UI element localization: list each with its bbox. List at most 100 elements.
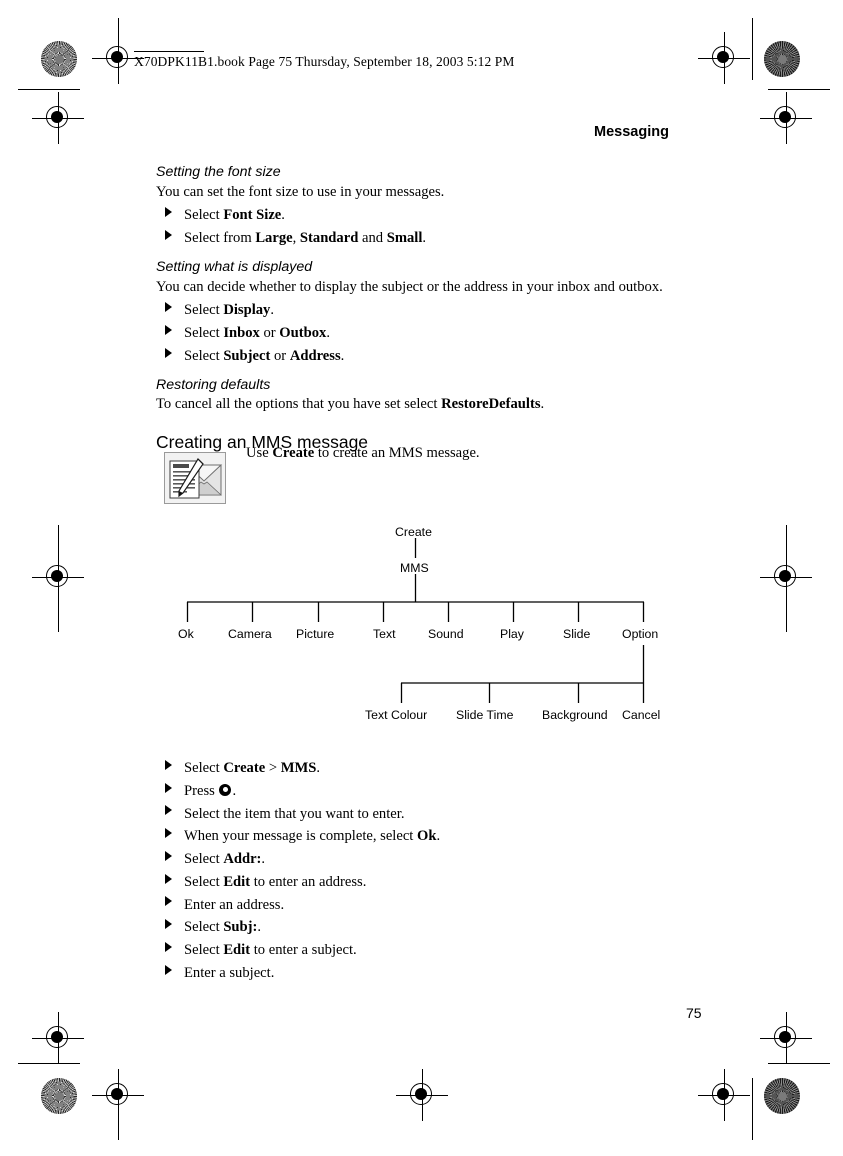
star-target-bottom-left bbox=[41, 1078, 77, 1114]
triangle-bullet-icon bbox=[165, 759, 172, 770]
registration-mark-right-bottom bbox=[760, 1012, 812, 1064]
step-text: Select from Large, Standard and Small. bbox=[184, 230, 427, 247]
registration-mark-left-center bbox=[32, 551, 84, 603]
mms-compose-icon-art bbox=[169, 458, 223, 499]
triangle-bullet-icon bbox=[165, 828, 172, 839]
step-item: When your message is complete, select Ok… bbox=[156, 825, 672, 848]
tree-node-text: Text bbox=[373, 627, 396, 641]
crop-line-rc-v-top bbox=[786, 525, 787, 565]
mms-icon-caption: Use Create to create an MMS message. bbox=[246, 445, 480, 461]
step-text: Enter a subject. bbox=[184, 964, 275, 981]
step-text: Select Font Size. bbox=[184, 207, 285, 224]
nav-key-icon bbox=[219, 783, 232, 796]
registration-mark-bottom-center bbox=[396, 1069, 448, 1121]
side-tab: Menu > Messaging > Settings > MMS Menu >… bbox=[702, 170, 773, 982]
heading-restoring-defaults: Restoring defaults bbox=[156, 376, 271, 393]
triangle-bullet-icon bbox=[165, 964, 172, 975]
triangle-bullet-icon bbox=[165, 207, 172, 218]
crop-line-rc-v-bot bbox=[786, 592, 787, 632]
file-banner-underline bbox=[134, 51, 204, 52]
crop-line-lc-v-bot bbox=[58, 592, 59, 632]
step-text: Select Addr:. bbox=[184, 851, 266, 868]
tree-node-ok: Ok bbox=[178, 627, 194, 641]
step-text: Select Subj:. bbox=[184, 919, 262, 936]
mms-compose-icon bbox=[164, 452, 226, 504]
step-item: Select Font Size. bbox=[156, 204, 672, 227]
step-text: Select the item that you want to enter. bbox=[184, 805, 405, 822]
star-target-top-right bbox=[764, 41, 800, 77]
star-target-bottom-right bbox=[764, 1078, 800, 1114]
crop-line-bl-h bbox=[18, 1063, 80, 1064]
tree-node-camera: Camera bbox=[228, 627, 272, 641]
tree-node-mms: MMS bbox=[400, 561, 429, 575]
tree-node-background: Background bbox=[542, 708, 608, 722]
step-item: Select Addr:. bbox=[156, 848, 672, 871]
step-item: Select Subject or Address. bbox=[156, 345, 672, 368]
file-banner: X70DPK11B1.book Page 75 Thursday, Septem… bbox=[134, 54, 515, 69]
heading-setting-font-size: Setting the font size bbox=[156, 164, 281, 180]
registration-mark-top-right bbox=[698, 32, 750, 84]
step-item: Enter an address. bbox=[156, 894, 672, 917]
page-number: 75 bbox=[686, 1005, 702, 1021]
side-tab-label-messaging: Messaging bbox=[749, 861, 770, 960]
crop-line-br-v bbox=[752, 1078, 753, 1140]
tree-node-sound: Sound bbox=[428, 627, 464, 641]
step-item: Select Display. bbox=[156, 299, 672, 322]
registration-mark-top-left bbox=[92, 32, 144, 84]
triangle-bullet-icon bbox=[165, 324, 172, 335]
steps-setting-what-is-displayed: Select Display. Select Inbox or Outbox. Se… bbox=[156, 299, 672, 367]
step-text: Select Edit to enter an address. bbox=[184, 873, 367, 890]
step-item: Select Edit to enter a subject. bbox=[156, 939, 672, 962]
running-head: Messaging bbox=[594, 124, 669, 140]
steps-creating-mms: Select Create > MMS. Press . Select the it… bbox=[156, 757, 672, 985]
step-item: Press . bbox=[156, 780, 672, 803]
step-item: Select Inbox or Outbox. bbox=[156, 322, 672, 345]
tree-node-play: Play bbox=[500, 627, 524, 641]
step-item: Select from Large, Standard and Small. bbox=[156, 227, 672, 250]
tree-node-text-colour: Text Colour bbox=[365, 708, 428, 722]
triangle-bullet-icon bbox=[165, 782, 172, 793]
triangle-bullet-icon bbox=[165, 805, 172, 816]
step-item: Select Edit to enter an address. bbox=[156, 871, 672, 894]
side-tab-label-create: Menu > Messaging > Create bbox=[748, 559, 764, 750]
registration-mark-left-top bbox=[32, 92, 84, 144]
triangle-bullet-icon bbox=[165, 347, 172, 358]
crop-line-tr-h bbox=[768, 89, 830, 90]
crop-line-br-h bbox=[768, 1063, 830, 1064]
step-text: Select Edit to enter a subject. bbox=[184, 942, 357, 959]
registration-mark-bottom-right bbox=[698, 1069, 750, 1121]
intro-restoring-defaults: To cancel all the options that you have … bbox=[156, 396, 545, 413]
document-page: X70DPK11B1.book Page 75 Thursday, Septem… bbox=[0, 0, 843, 1156]
registration-mark-left-bottom bbox=[32, 1012, 84, 1064]
registration-mark-right-top bbox=[760, 92, 812, 144]
triangle-bullet-icon bbox=[165, 873, 172, 884]
star-target-top-left bbox=[41, 41, 77, 77]
step-text: Select Create > MMS. bbox=[184, 760, 321, 776]
triangle-bullet-icon bbox=[165, 850, 172, 861]
step-item: Enter a subject. bbox=[156, 962, 672, 985]
tree-node-picture: Picture bbox=[296, 627, 335, 641]
tree-node-option: Option bbox=[622, 627, 659, 641]
step-item: Select the item that you want to enter. bbox=[156, 803, 672, 826]
registration-mark-bottom-left bbox=[92, 1069, 144, 1121]
triangle-bullet-icon bbox=[165, 919, 172, 930]
intro-setting-font-size: You can set the font size to use in your… bbox=[156, 183, 445, 200]
heading-setting-what-is-displayed: Setting what is displayed bbox=[156, 258, 313, 275]
step-item: Select Subj:. bbox=[156, 916, 672, 939]
step-text: Select Display. bbox=[184, 302, 275, 319]
step-text: Select Inbox or Outbox. bbox=[184, 325, 330, 342]
body-column: Setting the font size You can set the fo… bbox=[156, 164, 672, 454]
crop-line-tl-h bbox=[18, 89, 80, 90]
step-text: Press . bbox=[184, 782, 237, 799]
triangle-bullet-icon bbox=[165, 229, 172, 240]
intro-setting-what-is-displayed: You can decide whether to display the su… bbox=[156, 278, 663, 295]
triangle-bullet-icon bbox=[165, 896, 172, 907]
tree-node-cancel: Cancel bbox=[622, 708, 661, 722]
tree-node-slide-time: Slide Time bbox=[456, 708, 514, 722]
crop-line-lc-v-top bbox=[58, 525, 59, 565]
crop-line-tr-v bbox=[752, 18, 753, 80]
step-text: When your message is complete, select Ok… bbox=[184, 828, 441, 845]
triangle-bullet-icon bbox=[165, 302, 172, 313]
step-text: Select Subject or Address. bbox=[184, 347, 345, 364]
step-item: Select Create > MMS. bbox=[156, 757, 672, 780]
